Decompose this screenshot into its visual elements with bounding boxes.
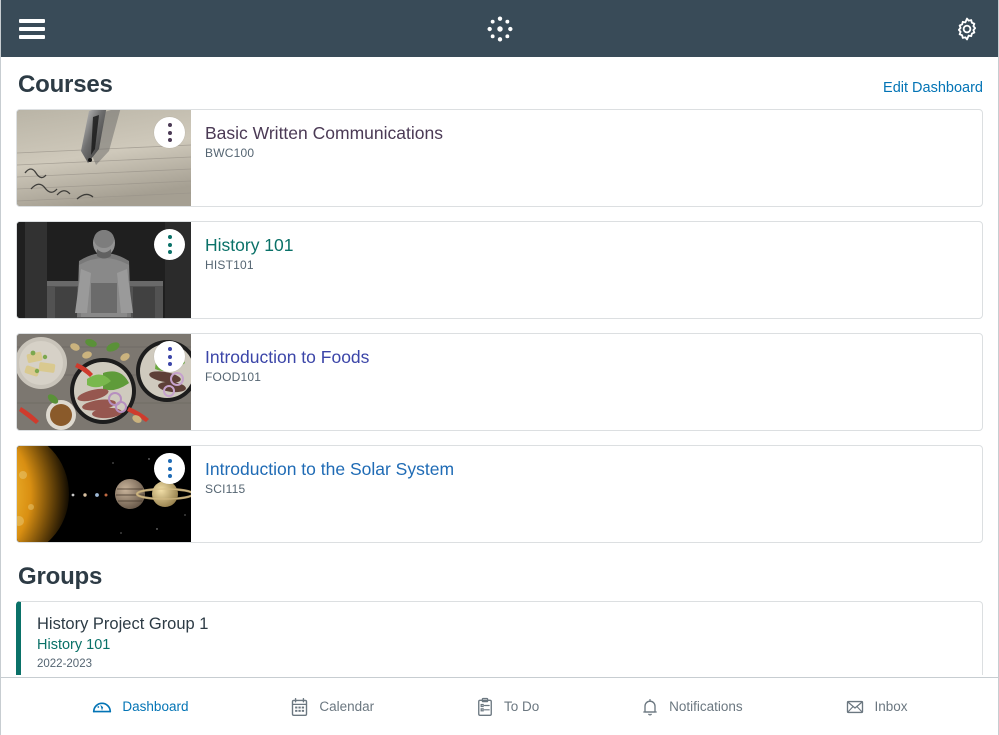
course-card[interactable]: Introduction to the Solar System SCI115 xyxy=(16,445,983,543)
group-card[interactable]: History Project Group 1 History 101 2022… xyxy=(16,601,983,675)
course-code: BWC100 xyxy=(205,146,255,160)
course-code: FOOD101 xyxy=(205,370,262,384)
nav-item-notifications[interactable]: Notifications xyxy=(640,696,743,718)
course-title-link[interactable]: History 101 xyxy=(205,234,294,256)
nav-label: Dashboard xyxy=(122,699,189,714)
course-card[interactable]: Basic Written Communications BWC100 xyxy=(16,109,983,207)
clipboard-list-icon xyxy=(478,697,492,716)
hamburger-menu-icon[interactable] xyxy=(19,18,45,39)
groups-section-header: Groups xyxy=(16,557,983,601)
group-term: 2022-2023 xyxy=(37,658,92,670)
hamburger-line xyxy=(19,18,45,23)
course-card-body: Basic Written Communications BWC100 xyxy=(191,110,982,206)
course-thumbnail-fountain-pen xyxy=(17,110,191,206)
page-title: Courses xyxy=(18,71,113,98)
course-thumbnail-lincoln-memorial xyxy=(17,222,191,318)
course-thumbnail-food xyxy=(17,334,191,430)
course-card[interactable]: History 101 HIST101 xyxy=(16,221,983,319)
hamburger-line xyxy=(19,26,45,31)
nav-label: Calendar xyxy=(319,699,375,714)
group-name-link[interactable]: History Project Group 1 xyxy=(37,614,966,635)
course-card-body: Introduction to the Solar System SCI115 xyxy=(191,446,982,542)
calendar-icon xyxy=(292,697,308,716)
nav-item-todo[interactable]: To Do xyxy=(475,696,539,718)
canvas-logo-icon[interactable] xyxy=(486,15,514,43)
nav-label: To Do xyxy=(503,699,540,714)
group-course-link[interactable]: History 101 xyxy=(37,635,966,655)
hamburger-line xyxy=(19,34,45,39)
course-code: SCI115 xyxy=(205,482,246,496)
bottom-navigation-bar: Dashboard Calendar To Do Notifications I… xyxy=(1,677,998,735)
dashboard-content: Courses Edit Dashboard Basic Written Com… xyxy=(1,57,998,675)
nav-item-calendar[interactable]: Calendar xyxy=(289,696,374,718)
course-options-menu-button[interactable] xyxy=(154,341,185,372)
course-title-link[interactable]: Introduction to Foods xyxy=(205,346,369,368)
course-title-link[interactable]: Introduction to the Solar System xyxy=(205,458,454,480)
course-card-body: Introduction to Foods FOOD101 xyxy=(191,334,982,430)
nav-item-dashboard[interactable]: Dashboard xyxy=(91,696,188,718)
course-options-menu-button[interactable] xyxy=(154,453,185,484)
course-card[interactable]: Introduction to Foods FOOD101 xyxy=(16,333,983,431)
canvas-dashboard-app: Courses Edit Dashboard Basic Written Com… xyxy=(0,0,999,735)
edit-dashboard-link[interactable]: Edit Dashboard xyxy=(883,80,983,96)
nav-label: Notifications xyxy=(669,699,743,714)
courses-section-header: Courses Edit Dashboard xyxy=(16,57,983,109)
course-thumbnail-solar-system xyxy=(17,446,191,542)
course-card-body: History 101 HIST101 xyxy=(191,222,982,318)
gear-icon[interactable] xyxy=(954,16,980,42)
course-options-menu-button[interactable] xyxy=(154,117,185,148)
course-code: HIST101 xyxy=(205,258,254,272)
bell-icon xyxy=(643,698,657,715)
envelope-icon xyxy=(846,700,863,713)
groups-title: Groups xyxy=(18,563,103,590)
nav-item-inbox[interactable]: Inbox xyxy=(844,697,908,717)
course-options-menu-button[interactable] xyxy=(154,229,185,260)
top-navigation-bar xyxy=(1,0,998,57)
nav-label: Inbox xyxy=(874,699,908,714)
dashboard-gauge-icon xyxy=(93,702,112,712)
course-title-link[interactable]: Basic Written Communications xyxy=(205,122,443,144)
